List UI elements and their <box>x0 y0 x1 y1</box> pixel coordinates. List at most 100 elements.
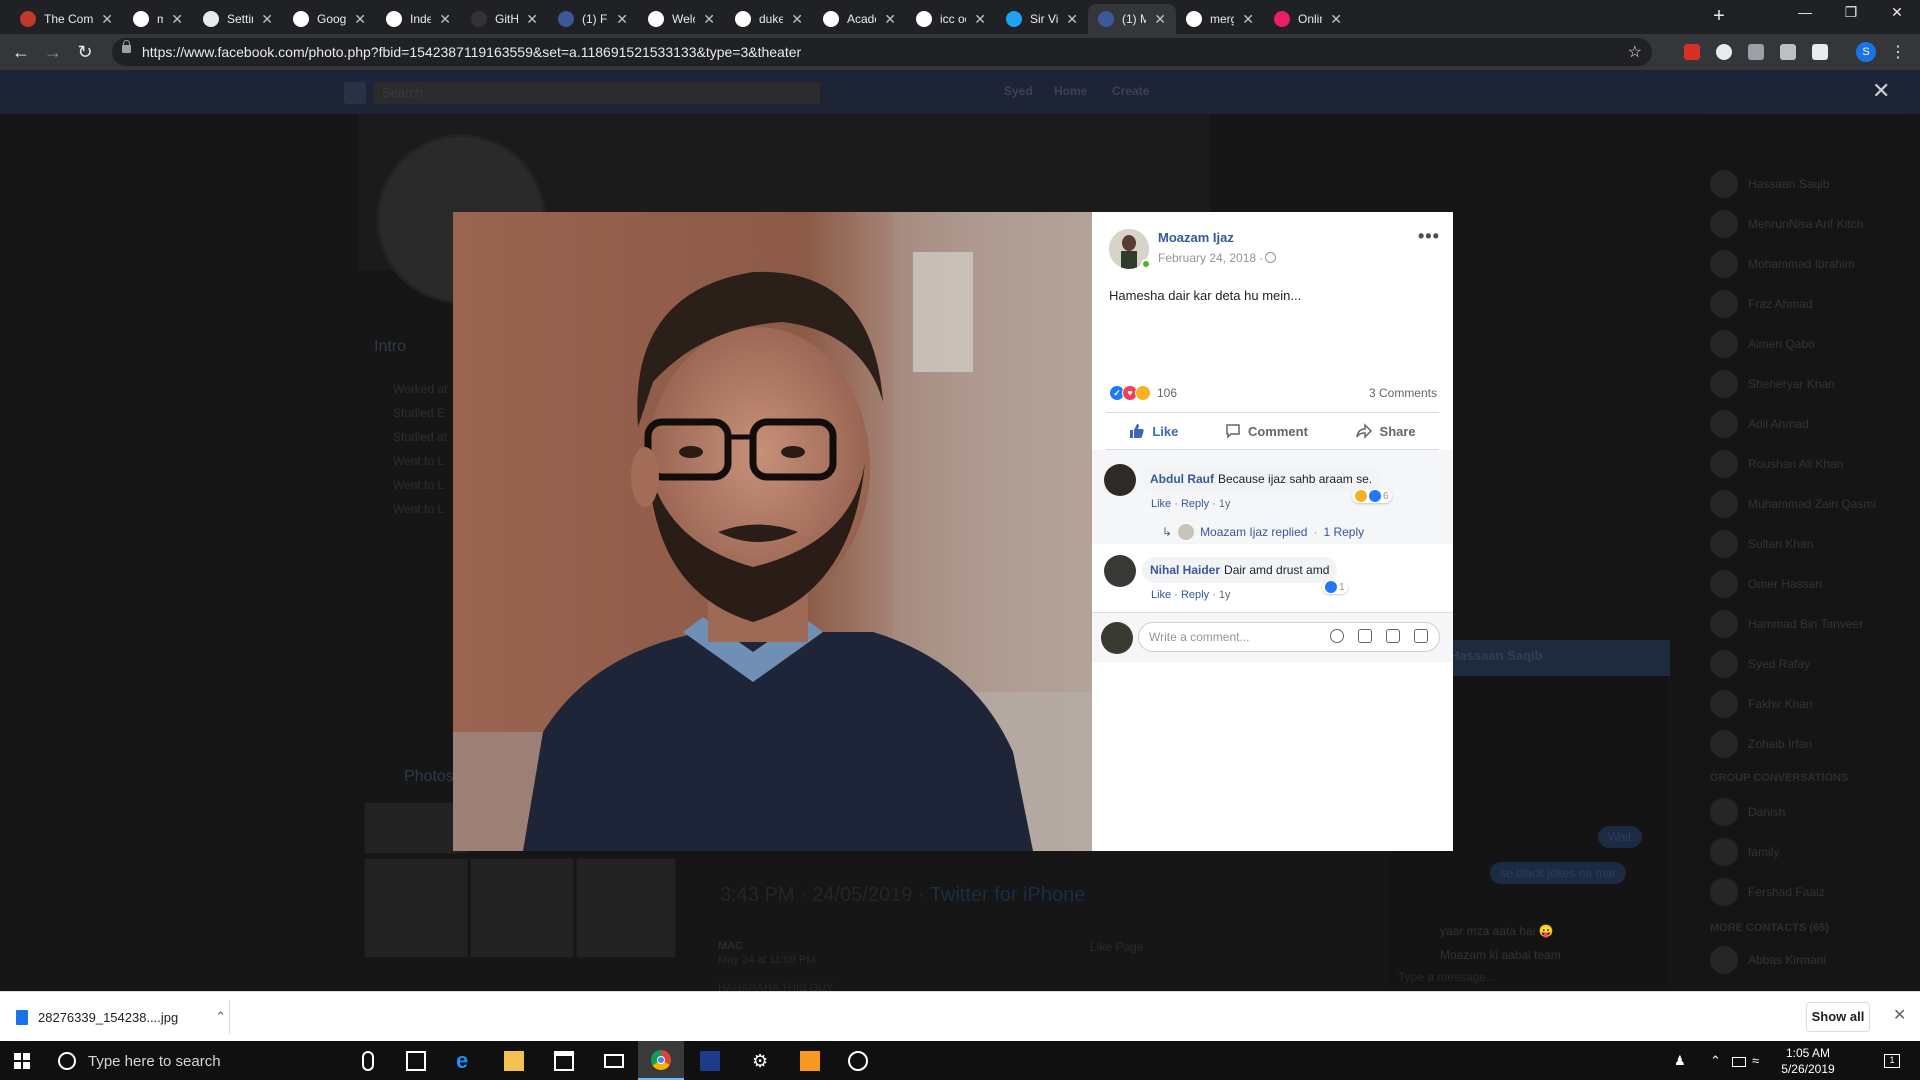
notifications-icon[interactable]: 1 <box>1884 1054 1900 1068</box>
contact-item[interactable]: Omer Hassan <box>1710 570 1822 598</box>
tab-close-icon[interactable]: ✕ <box>791 11 803 28</box>
comments-count-link[interactable]: 3 Comments <box>1369 386 1437 400</box>
camera-icon[interactable] <box>1358 629 1372 643</box>
post-photo[interactable] <box>453 212 1092 851</box>
window-close-button[interactable]: ✕ <box>1874 4 1920 28</box>
extension-icon[interactable] <box>1780 44 1796 60</box>
more-options-icon[interactable]: ••• <box>1418 226 1440 247</box>
tab-close-icon[interactable]: ✕ <box>974 11 986 28</box>
edge-icon[interactable]: e <box>456 1050 476 1072</box>
browser-tab[interactable]: Settings ✕ <box>193 4 283 34</box>
forward-button[interactable]: → <box>40 39 66 65</box>
comment-button[interactable]: Comment <box>1225 423 1308 439</box>
browser-tab[interactable]: Online P ✕ <box>1264 4 1352 34</box>
back-button[interactable]: ← <box>8 39 34 65</box>
group-item[interactable]: Fershad Faaiz <box>1710 878 1825 906</box>
extension-icon[interactable] <box>1716 44 1732 60</box>
browser-tab[interactable]: (1) Moaz ✕ <box>1088 4 1176 34</box>
tab-close-icon[interactable]: ✕ <box>1242 11 1254 28</box>
comment-reply-link[interactable]: Reply <box>1181 589 1209 601</box>
bookmark-star-icon[interactable]: ☆ <box>1628 42 1642 62</box>
like-button[interactable]: Like <box>1129 423 1178 439</box>
contact-item[interactable]: Hammad Bin Tanveer <box>1710 610 1863 638</box>
comment-like-link[interactable]: Like <box>1151 498 1171 510</box>
nav-create[interactable]: Create <box>1112 84 1149 98</box>
tab-close-icon[interactable]: ✕ <box>1330 11 1342 28</box>
contact-item[interactable]: Muhammad Zain Qasmi <box>1710 490 1876 518</box>
minimize-button[interactable]: — <box>1782 4 1828 28</box>
restore-button[interactable]: ❐ <box>1828 4 1874 28</box>
file-explorer-icon[interactable] <box>504 1051 524 1071</box>
reload-button[interactable]: ↻ <box>72 39 98 65</box>
tab-close-icon[interactable]: ✕ <box>354 11 366 28</box>
sticker-icon[interactable] <box>1414 629 1428 643</box>
photo-thumbnail[interactable] <box>576 858 676 958</box>
photos-app-icon[interactable] <box>848 1051 868 1071</box>
profile-avatar[interactable]: S <box>1856 42 1876 62</box>
like-page-button[interactable]: Like Page <box>1090 940 1143 954</box>
microphone-icon[interactable] <box>362 1051 374 1071</box>
browser-tab[interactable]: merge 2 ✕ <box>1176 4 1264 34</box>
browser-tab[interactable]: Welcome ✕ <box>638 4 725 34</box>
contact-item[interactable]: Adil Ahmad <box>1710 410 1809 438</box>
browser-tab[interactable]: duke ene ✕ <box>725 4 813 34</box>
facebook-search-input[interactable]: Search <box>374 82 820 104</box>
contact-item[interactable]: Abbas Kirmani <box>1710 946 1826 974</box>
tab-close-icon[interactable]: ✕ <box>616 11 628 28</box>
contact-item[interactable]: Roushan Ali Khan <box>1710 450 1843 478</box>
chevron-up-icon[interactable]: ⌃ <box>215 1009 226 1025</box>
sublime-text-icon[interactable] <box>800 1051 820 1071</box>
browser-tab[interactable]: GitHub - ✕ <box>461 4 548 34</box>
store-icon[interactable] <box>554 1051 574 1071</box>
windows-start-icon[interactable] <box>14 1053 30 1069</box>
group-item[interactable]: Danish <box>1710 798 1785 826</box>
tab-close-icon[interactable]: ✕ <box>1066 11 1078 28</box>
contact-item[interactable]: Aimen Qabo <box>1710 330 1815 358</box>
browser-tab[interactable]: Academi ✕ <box>813 4 906 34</box>
tab-close-icon[interactable]: ✕ <box>261 11 273 28</box>
comment-reactions[interactable]: 6 <box>1352 489 1392 503</box>
commenter-avatar[interactable] <box>1104 464 1136 496</box>
settings-gear-icon[interactable]: ⚙ <box>752 1051 772 1071</box>
browser-tab[interactable]: (1) Faceb ✕ <box>548 4 638 34</box>
post-date[interactable]: February 24, 2018 · <box>1158 251 1263 265</box>
contact-item[interactable]: MehrunNisa Arif Kitch <box>1710 210 1863 238</box>
contact-item[interactable]: Zohaib Irfan <box>1710 730 1812 758</box>
reactions-summary[interactable]: ✓ ♥ 106 <box>1109 385 1177 401</box>
commenter-name[interactable]: Abdul Rauf <box>1150 472 1214 486</box>
extension-icon[interactable] <box>1812 44 1828 60</box>
adblock-extension-icon[interactable] <box>1684 44 1700 60</box>
extension-icon[interactable] <box>1748 44 1764 60</box>
contact-item[interactable]: Mohammad Ibrahim <box>1710 250 1855 278</box>
cortana-icon[interactable] <box>58 1052 76 1070</box>
browser-tab[interactable]: The Com ✕ <box>10 4 123 34</box>
tab-close-icon[interactable]: ✕ <box>884 11 896 28</box>
tab-close-icon[interactable]: ✕ <box>1154 11 1166 28</box>
battery-icon[interactable] <box>1732 1057 1746 1067</box>
tweet-source-link[interactable]: Twitter for iPhone <box>930 884 1086 906</box>
task-view-icon[interactable] <box>406 1051 426 1071</box>
replies-summary[interactable]: ↳ Moazam Ijaz replied · 1 Reply <box>1162 524 1364 540</box>
system-clock[interactable]: 1:05 AM 5/26/2019 <box>1780 1045 1836 1077</box>
browser-tab[interactable]: Google P ✕ <box>283 4 376 34</box>
tab-close-icon[interactable]: ✕ <box>171 11 183 28</box>
contact-item[interactable]: Syed Rafay <box>1710 650 1810 678</box>
wifi-icon[interactable]: ≈ <box>1752 1053 1759 1068</box>
nav-home[interactable]: Home <box>1054 84 1087 98</box>
contact-item[interactable]: Hassaan Saqib <box>1710 170 1829 198</box>
new-tab-button[interactable]: + <box>1706 5 1732 31</box>
taskbar-search-input[interactable]: Type here to search <box>88 1053 221 1070</box>
contact-item[interactable]: Sheheryar Khan <box>1710 370 1835 398</box>
show-all-button[interactable]: Show all <box>1806 1002 1870 1032</box>
browser-tab[interactable]: Indecisio ✕ <box>376 4 461 34</box>
chrome-taskbar-button[interactable] <box>638 1041 684 1080</box>
close-shelf-icon[interactable]: ✕ <box>1893 1005 1906 1025</box>
nav-profile[interactable]: Syed <box>1004 84 1033 98</box>
chevron-up-icon[interactable]: ⌃ <box>1710 1053 1721 1069</box>
chrome-menu-icon[interactable]: ⋮ <box>1890 42 1906 62</box>
comment-reply-link[interactable]: Reply <box>1181 498 1209 510</box>
post-author-name[interactable]: Moazam Ijaz <box>1158 230 1234 245</box>
comment-reactions[interactable]: 1 <box>1322 580 1348 594</box>
browser-tab[interactable]: icc odi b ✕ <box>906 4 996 34</box>
gif-icon[interactable] <box>1386 629 1400 643</box>
